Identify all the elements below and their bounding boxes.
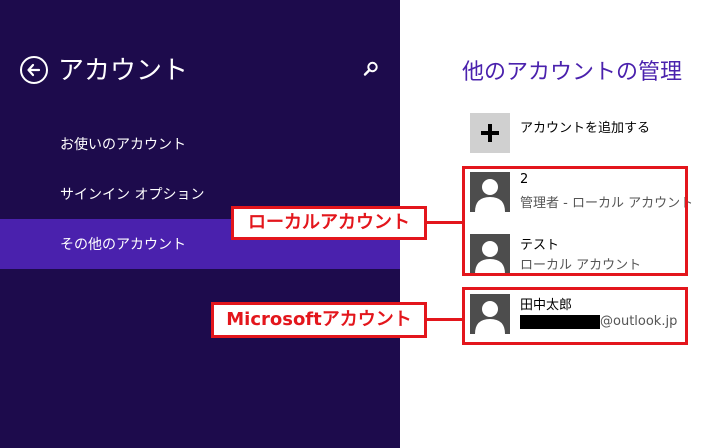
section-title: 他のアカウントの管理: [462, 60, 683, 85]
microsoft-account-highlight: [462, 287, 688, 345]
nav-item-label: その他のアカウント: [60, 237, 186, 253]
add-account-label[interactable]: アカウントを追加する: [520, 117, 650, 136]
connector-line: [426, 221, 464, 224]
microsoft-account-callout: Microsoftアカウント: [211, 302, 427, 338]
add-account-button[interactable]: [470, 113, 510, 153]
local-account-callout: ローカルアカウント: [231, 206, 427, 240]
back-arrow-icon: [27, 63, 41, 77]
plus-icon: [481, 124, 499, 142]
nav-item-label: お使いのアカウント: [60, 137, 186, 153]
nav-item-your-account[interactable]: お使いのアカウント: [0, 119, 400, 169]
page-title: アカウント: [58, 56, 189, 86]
nav-item-label: サインイン オプション: [60, 187, 205, 203]
local-accounts-highlight: [462, 166, 688, 276]
search-icon[interactable]: [362, 60, 380, 78]
connector-line: [426, 318, 464, 321]
back-button[interactable]: [20, 56, 48, 84]
